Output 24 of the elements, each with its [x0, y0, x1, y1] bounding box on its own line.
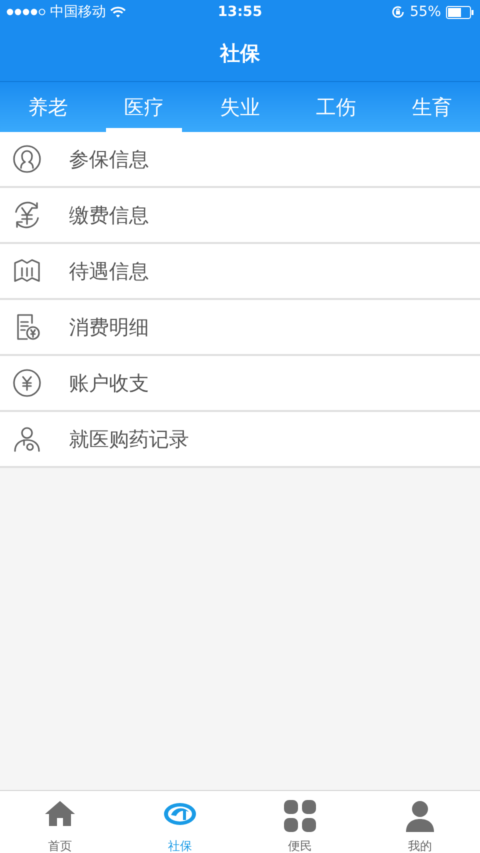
yen-cycle-icon: [12, 200, 42, 230]
nav-tab[interactable]: 社保: [120, 791, 240, 853]
person-icon: [12, 424, 42, 454]
wifi-icon: [110, 6, 126, 18]
menu-item[interactable]: 账户收支: [0, 356, 480, 412]
clock-time: 13:55: [218, 2, 262, 22]
grid-icon: [283, 799, 317, 833]
signal-icon: [6, 8, 46, 16]
menu-item[interactable]: 参保信息: [0, 132, 480, 188]
menu-item[interactable]: 就医购药记录: [0, 412, 480, 468]
menu-item[interactable]: 消费明细: [0, 300, 480, 356]
carrier-name: 中国移动: [50, 2, 106, 22]
battery-percent: 55%: [410, 2, 442, 22]
page-title: 社保: [220, 40, 260, 66]
nav-tab[interactable]: 我的: [360, 791, 480, 853]
user-circle-icon: [12, 144, 42, 174]
menu-item[interactable]: 缴费信息: [0, 188, 480, 244]
nav-tab[interactable]: 便民: [240, 791, 360, 853]
user-icon: [403, 799, 437, 833]
rotation-lock-icon: [390, 5, 405, 19]
battery-icon: [446, 6, 474, 18]
nav-tab[interactable]: 首页: [0, 791, 120, 853]
yen-coin-icon: [12, 368, 42, 398]
menu-item[interactable]: 待遇信息: [0, 244, 480, 300]
